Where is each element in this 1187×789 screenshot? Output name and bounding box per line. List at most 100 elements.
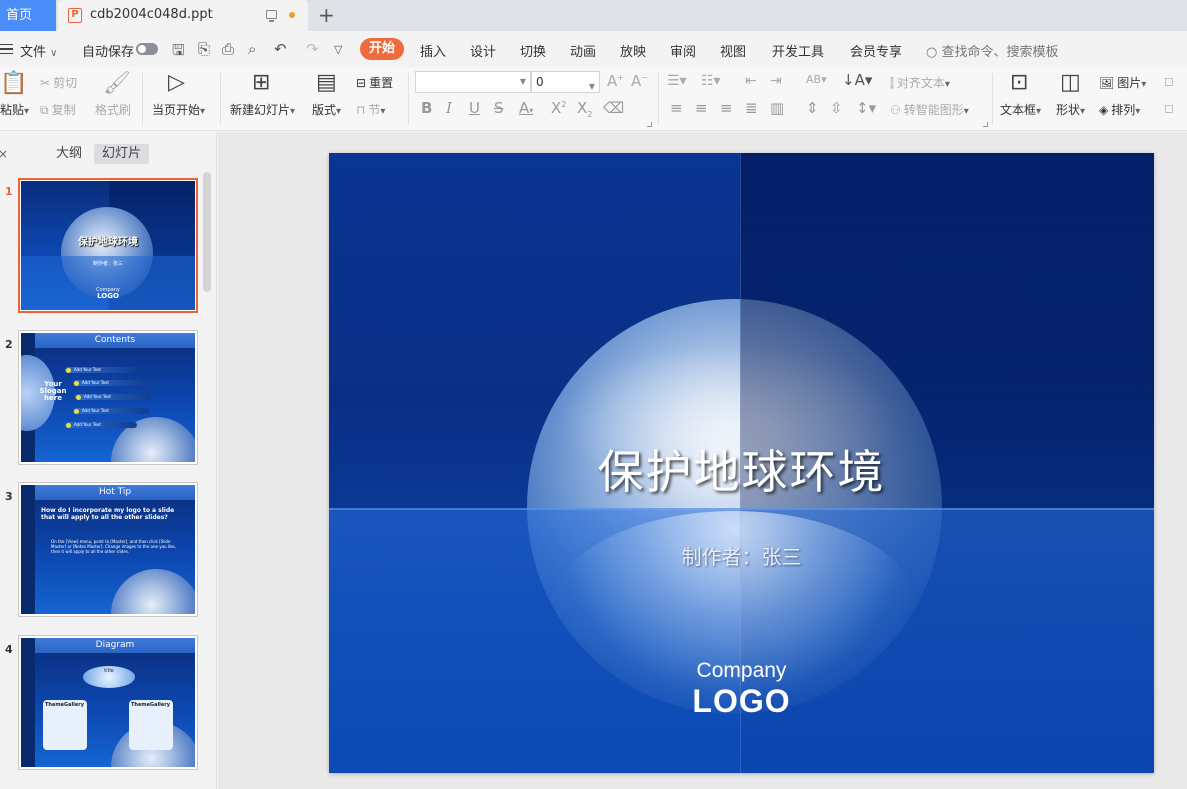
arrange-button[interactable]: ◈ 排列▾ [1099,101,1140,118]
tab-document[interactable]: P cdb2004c048d.ppt [58,0,308,31]
bold-icon[interactable]: B [421,99,432,117]
thumb-title: Contents [35,333,195,348]
paragraph-spacing-icon[interactable]: ⇳ [830,99,843,117]
thumb-logo: LOGO [97,292,119,300]
section-button[interactable]: ⊓ 节▾ [356,101,385,118]
print-icon[interactable]: ⎙ [222,40,234,58]
tab-transition[interactable]: 切换 [520,41,546,60]
panel-scrollbar[interactable] [203,172,211,292]
autosave-toggle[interactable] [136,43,158,55]
text-direction-icon[interactable]: AB▾ [806,73,827,86]
shape-icon[interactable]: ◫ [1060,70,1081,95]
font-color-icon[interactable]: A▾ [519,99,533,117]
close-panel-icon[interactable]: × [0,144,8,164]
tab-outline[interactable]: 大纲 [48,144,90,164]
bullets-icon[interactable]: ☰▾ [667,73,687,89]
copy-icon: ⧉ [40,103,49,117]
thumb-box-left: ThemeGallery [43,700,87,750]
menu-icon[interactable] [0,44,13,54]
format-painter-button[interactable]: 格式刷 [95,101,131,118]
reset-button[interactable]: ⊟ 重置 [356,74,393,91]
decrease-indent-icon[interactable]: ⇤ [745,73,757,89]
align-center-icon[interactable]: ≡ [695,99,708,117]
tab-view[interactable]: 视图 [720,41,746,60]
thumb-center: title [83,666,135,688]
export-icon[interactable]: ⎘ [198,40,210,58]
layout-button[interactable]: 版式▾ [312,101,341,118]
monitor-icon[interactable] [266,10,277,22]
spacing-options-icon[interactable]: ↕▾ [856,99,876,117]
thumb-bullet: Add Your Text [73,408,149,414]
tab-slides[interactable]: 幻灯片 [94,144,150,164]
slide-thumbnail-1[interactable]: 保护地球环境 制作者：张三 Company LOGO [18,178,198,313]
smartart-button[interactable]: ⚇ 转智能图形▾ [890,101,969,118]
decrease-font-icon[interactable]: A− [631,72,648,90]
paste-icon[interactable]: 📋 [0,71,27,96]
slide-title[interactable]: 保护地球环境 [329,436,1154,502]
paragraph-dialog-launcher-icon[interactable] [983,122,988,127]
increase-font-icon[interactable]: A+ [607,72,624,90]
slide-thumbnail-2[interactable]: Contents Your Slogan here Add Your Text … [18,330,198,465]
copy-button[interactable]: ⧉ 复制 [40,101,76,118]
new-tab-button[interactable]: + [318,4,335,26]
command-search[interactable]: ○ 查找命令、搜索模板 [926,41,1059,60]
textbox-icon[interactable]: ⊡ [1010,70,1028,95]
justify-icon[interactable]: ≣ [745,99,758,117]
cut-button[interactable]: ✂ 剪切 [40,74,77,91]
numbering-icon[interactable]: ☷▾ [701,73,721,89]
line-spacing-icon[interactable]: ⇕ [806,99,819,117]
textbox-button[interactable]: 文本框▾ [1000,101,1041,118]
tab-member[interactable]: 会员专享 [850,41,902,60]
slide-subtitle[interactable]: 制作者：张三 [329,541,1154,570]
thumb-subtitle: 制作者：张三 [92,261,123,267]
current-slide[interactable]: 保护地球环境 制作者：张三 Company LOGO [329,153,1154,773]
tab-insert[interactable]: 插入 [420,41,446,60]
format-painter-icon[interactable]: 🖌 [103,71,131,96]
new-slide-icon[interactable]: ⊞ [252,70,270,95]
play-icon[interactable]: ▷ [168,70,185,95]
increase-indent-icon[interactable]: ⇥ [770,73,782,89]
from-current-button[interactable]: 当页开始▾ [152,101,205,118]
tab-developer[interactable]: 开发工具 [772,41,824,60]
shape-button[interactable]: 形状▾ [1056,101,1085,118]
thumb-bullet: Add Your Text [73,380,149,386]
tab-review[interactable]: 审阅 [670,41,696,60]
slide-thumbnail-3[interactable]: Hot Tip How do I incorporate my logo to … [18,482,198,617]
undo-icon[interactable]: ↶ [274,40,287,58]
new-slide-button[interactable]: 新建幻灯片▾ [230,101,295,118]
picture-button[interactable]: 🖼 图片▾ [1099,74,1146,91]
thumb-title: Hot Tip [35,485,195,500]
tab-slideshow[interactable]: 放映 [620,41,646,60]
underline-icon[interactable]: U [469,99,480,117]
tab-home-ribbon[interactable]: 开始 [360,38,404,60]
distribute-icon[interactable]: ▥ [770,99,784,117]
sort-icon[interactable]: ↓A▾ [842,71,872,89]
subscript-icon[interactable]: X2 [577,99,592,119]
slide-thumbnail-4[interactable]: Diagram title ThemeGallery ThemeGallery [18,635,198,770]
font-dialog-launcher-icon[interactable] [647,122,652,127]
tab-home[interactable]: 首页 [0,0,56,31]
save-icon[interactable]: 🖫 [172,40,185,65]
print-preview-icon[interactable]: ⌕ [248,40,256,58]
more-insert-icon[interactable]: ◻ [1164,74,1174,88]
more-arrange-icon[interactable]: ◻ [1164,101,1174,115]
font-size-select[interactable]: 0 ▼ [531,71,600,93]
paste-button[interactable]: 粘贴▾ [0,101,29,118]
align-text-button[interactable]: ⫿ 对齐文本▾ [890,74,950,91]
slide-company[interactable]: Company [329,659,1154,683]
customize-quick-access-icon[interactable]: ▽ [334,43,342,56]
slide-logo[interactable]: LOGO [329,683,1154,720]
tab-animation[interactable]: 动画 [570,41,596,60]
italic-icon[interactable]: I [446,99,452,117]
superscript-icon[interactable]: X2 [551,99,566,117]
thumb-title: 保护地球环境 [78,237,138,248]
align-right-icon[interactable]: ≡ [720,99,733,117]
layout-icon[interactable]: ▤ [316,70,337,95]
align-left-icon[interactable]: ≡ [670,99,683,117]
tab-design[interactable]: 设计 [470,41,496,60]
font-name-select[interactable]: ▼ [415,71,531,93]
file-menu[interactable]: 文件 ∨ [20,41,57,60]
clear-format-icon[interactable]: ⌫ [603,99,624,117]
strikethrough-icon[interactable]: S [494,99,504,117]
redo-icon[interactable]: ↷ [306,40,319,58]
